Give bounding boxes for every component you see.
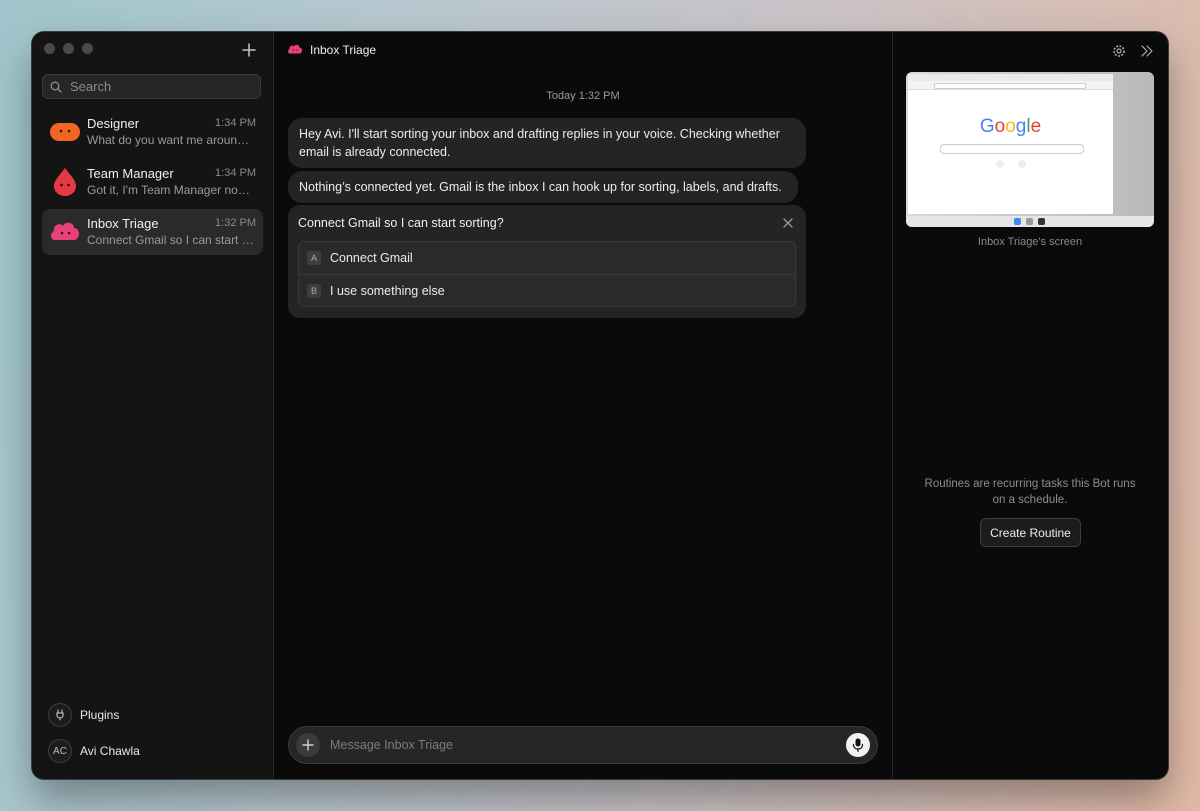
chat-item-designer[interactable]: Designer 1:34 PM What do you want me aro… — [42, 109, 263, 155]
plus-icon — [302, 739, 314, 751]
gear-icon[interactable] — [1112, 44, 1126, 58]
search-input[interactable] — [68, 78, 252, 95]
chat-title: Inbox Triage — [310, 42, 377, 57]
chat-preview: What do you want me around ... — [87, 133, 255, 147]
question-options: A Connect Gmail B I use something else — [298, 241, 796, 307]
google-search-box — [940, 144, 1084, 154]
option-key: A — [307, 251, 321, 265]
plugins-label: Plugins — [80, 708, 120, 722]
chat-name: Inbox Triage — [87, 216, 159, 231]
chat-preview: Got it, I'm Team Manager now.... — [87, 183, 255, 197]
routines-description: Routines are recurring tasks this Bot ru… — [924, 478, 1136, 506]
option-connect-gmail[interactable]: A Connect Gmail — [299, 242, 795, 274]
browser-window-thumbnail: Google — [908, 74, 1113, 214]
designer-avatar-icon — [50, 123, 80, 141]
search-box — [42, 74, 261, 99]
bot-screen-preview[interactable]: Google — [906, 72, 1154, 227]
collapse-panel-icon[interactable] — [1140, 44, 1154, 58]
chat-list: Designer 1:34 PM What do you want me aro… — [42, 109, 263, 259]
inbox-triage-avatar-icon — [51, 222, 80, 240]
browser-tab-bar — [908, 74, 1113, 81]
option-label: Connect Gmail — [330, 251, 413, 265]
user-avatar: AC — [48, 739, 72, 763]
user-profile-button[interactable]: AC Avi Chawla — [48, 738, 258, 764]
terminal-icon — [1038, 218, 1045, 225]
app-window: Designer 1:34 PM What do you want me aro… — [32, 32, 1168, 779]
option-something-else[interactable]: B I use something else — [299, 274, 795, 306]
browser-url-bar — [908, 81, 1113, 90]
close-icon[interactable] — [782, 217, 794, 229]
microphone-icon — [852, 738, 864, 752]
inbox-triage-header-icon — [288, 44, 303, 54]
sidebar-footer: Plugins AC Avi Chawla — [48, 702, 258, 774]
date-separator: Today 1:32 PM — [546, 90, 620, 102]
window-controls — [44, 43, 93, 54]
minimize-window-button[interactable] — [63, 43, 74, 54]
close-window-button[interactable] — [44, 43, 55, 54]
shortcut-icon — [996, 160, 1004, 168]
message-input[interactable] — [328, 737, 832, 753]
chat-preview: Connect Gmail so I can start s... — [87, 233, 255, 247]
team-manager-avatar-icon — [54, 168, 76, 196]
chrome-icon — [1014, 218, 1021, 225]
assistant-message: Hey Avi. I'll start sorting your inbox a… — [288, 118, 806, 168]
microphone-button[interactable] — [846, 733, 870, 757]
user-name: Avi Chawla — [80, 744, 140, 758]
assistant-message: Nothing’s connected yet. Gmail is the in… — [288, 171, 798, 203]
chat-time: 1:34 PM — [215, 117, 256, 129]
question-card: Connect Gmail so I can start sorting? A … — [288, 205, 806, 318]
sidebar: Designer 1:34 PM What do you want me aro… — [32, 32, 274, 779]
chat-name: Team Manager — [87, 166, 174, 181]
question-text: Connect Gmail so I can start sorting? — [298, 216, 504, 230]
chat-main: Inbox Triage Today 1:32 PM Hey Avi. I'll… — [274, 32, 893, 779]
right-panel: Google Inbox Triage's screen Routines ar… — [893, 32, 1168, 779]
plug-icon — [48, 703, 72, 727]
message-composer — [288, 726, 878, 764]
plugins-button[interactable]: Plugins — [48, 702, 258, 728]
screen-caption: Inbox Triage's screen — [977, 236, 1083, 248]
chat-item-team-manager[interactable]: Team Manager 1:34 PM Got it, I'm Team Ma… — [42, 159, 263, 205]
chat-time: 1:34 PM — [215, 167, 256, 179]
shortcut-icon — [1018, 160, 1026, 168]
chat-item-inbox-triage[interactable]: Inbox Triage 1:32 PM Connect Gmail so I … — [42, 209, 263, 255]
create-routine-button[interactable]: Create Routine — [980, 518, 1081, 547]
maximize-window-button[interactable] — [82, 43, 93, 54]
new-chat-icon[interactable] — [240, 41, 258, 59]
taskbar — [906, 216, 1154, 227]
chat-time: 1:32 PM — [215, 217, 256, 229]
attach-button[interactable] — [296, 733, 320, 757]
google-logo: Google — [979, 116, 1042, 137]
chat-header: Inbox Triage — [286, 42, 376, 57]
app-icon — [1026, 218, 1033, 225]
option-label: I use something else — [330, 284, 445, 298]
chat-name: Designer — [87, 116, 140, 131]
option-key: B — [307, 284, 321, 298]
search-icon — [50, 81, 62, 93]
